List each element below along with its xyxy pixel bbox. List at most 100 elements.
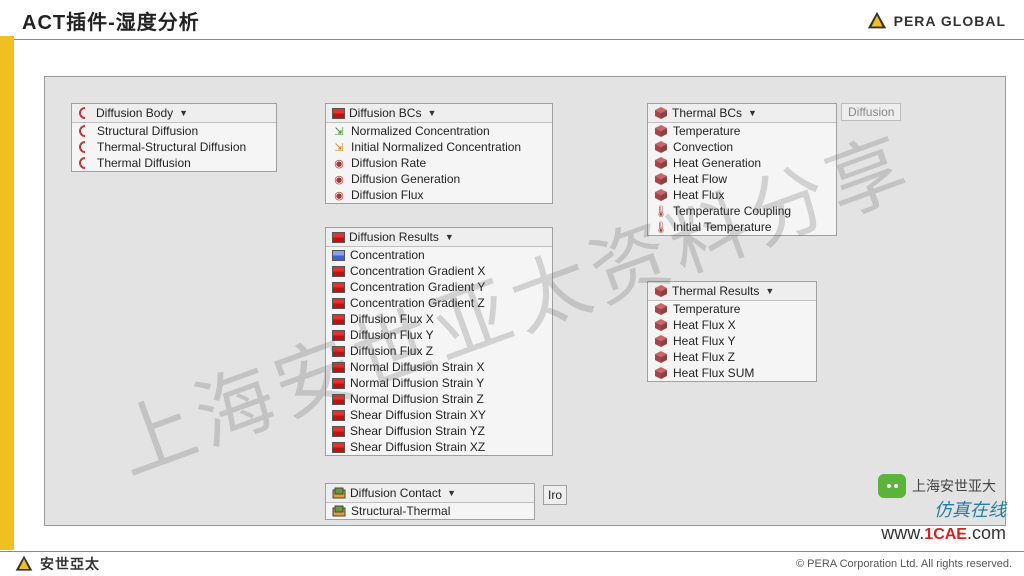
menu-item[interactable]: Thermal Diffusion [72, 155, 276, 171]
menu-item[interactable]: Convection [648, 139, 836, 155]
chevron-down-icon: ▼ [765, 286, 774, 296]
menu-head-thermal-results[interactable]: Thermal Results ▼ [648, 282, 816, 301]
contact-icon [332, 504, 346, 518]
menu-item[interactable]: Diffusion Flux X [326, 311, 552, 327]
menu-item[interactable]: Heat Flux SUM [648, 365, 816, 381]
menu-title: Thermal BCs [672, 106, 742, 120]
menu-thermal-bcs[interactable]: Thermal BCs ▼ Temperature Convection Hea… [647, 103, 837, 236]
diffusion-tag[interactable]: Diffusion [841, 103, 901, 121]
menu-title: Thermal Results [672, 284, 759, 298]
generation-icon: ◉ [332, 172, 346, 186]
menu-item[interactable]: Temperature [648, 301, 816, 317]
content-panel: Diffusion Body ▼ Structural Diffusion Th… [44, 76, 1006, 526]
cube-icon [654, 366, 668, 380]
pera-icon [14, 554, 34, 574]
menu-thermal-results[interactable]: Thermal Results ▼ Temperature Heat Flux … [647, 281, 817, 382]
initial-icon: ⇲ [332, 140, 346, 154]
menu-item[interactable]: ◉Diffusion Flux [326, 187, 552, 203]
menu-item[interactable]: Concentration [326, 247, 552, 263]
menu-item[interactable]: Heat Flux [648, 187, 836, 203]
menu-item[interactable]: Heat Flow [648, 171, 836, 187]
menu-head-thermal-bcs[interactable]: Thermal BCs ▼ [648, 104, 836, 123]
menu-item[interactable]: 🌡Initial Temperature [648, 219, 836, 235]
chevron-down-icon: ▼ [447, 488, 456, 498]
menu-item[interactable]: Temperature [648, 123, 836, 139]
cube-icon [654, 284, 668, 298]
menu-item[interactable]: Diffusion Flux Y [326, 327, 552, 343]
menu-item[interactable]: Concentration Gradient Y [326, 279, 552, 295]
truncated-toolbar-item[interactable]: Iro [543, 485, 567, 505]
menu-item[interactable]: ⇲Initial Normalized Concentration [326, 139, 552, 155]
contact-icon [332, 486, 346, 500]
menu-head-diffusion-body[interactable]: Diffusion Body ▼ [72, 104, 276, 123]
chevron-down-icon: ▼ [445, 232, 454, 242]
cube-icon [654, 140, 668, 154]
menu-item[interactable]: Normal Diffusion Strain Y [326, 375, 552, 391]
thermometer-icon: 🌡 [654, 204, 668, 218]
link-box: 仿真在线 www.1CAE.com [881, 499, 1006, 546]
menu-head-diffusion-results[interactable]: Diffusion Results ▼ [326, 228, 552, 247]
cube-icon [654, 302, 668, 316]
rate-icon: ◉ [332, 156, 346, 170]
website-link[interactable]: www.1CAE.com [881, 522, 1006, 546]
result-item-icon [332, 394, 345, 405]
result-item-icon [332, 250, 345, 261]
menu-title: Diffusion Contact [350, 486, 441, 500]
menu-item[interactable]: ⇲Normalized Concentration [326, 123, 552, 139]
menu-item[interactable]: Structural-Thermal [326, 503, 534, 519]
pera-icon [866, 10, 888, 32]
chevron-down-icon: ▼ [427, 108, 436, 118]
menu-item[interactable]: Diffusion Flux Z [326, 343, 552, 359]
cube-icon [654, 334, 668, 348]
menu-item[interactable]: Heat Flux Y [648, 333, 816, 349]
result-item-icon [332, 442, 345, 453]
result-item-icon [332, 410, 345, 421]
cube-icon [654, 318, 668, 332]
cube-icon [654, 124, 668, 138]
cube-icon [654, 350, 668, 364]
wechat-icon [878, 474, 906, 498]
result-item-icon [332, 330, 345, 341]
menu-item[interactable]: Thermal-Structural Diffusion [72, 139, 276, 155]
thermometer-icon: 🌡 [654, 220, 668, 234]
menu-item[interactable]: ◉Diffusion Rate [326, 155, 552, 171]
menu-item[interactable]: 🌡Temperature Coupling [648, 203, 836, 219]
cube-icon [654, 156, 668, 170]
menu-item[interactable]: ◉Diffusion Generation [326, 171, 552, 187]
concentration-icon: ⇲ [332, 124, 346, 138]
menu-head-diffusion-bcs[interactable]: Diffusion BCs ▼ [326, 104, 552, 123]
copyright-text: © PERA Corporation Ltd. All rights reser… [796, 558, 1012, 570]
result-item-icon [332, 282, 345, 293]
menu-item[interactable]: Heat Flux X [648, 317, 816, 333]
cn-tagline: 仿真在线 [881, 499, 1006, 522]
menu-item[interactable]: Normal Diffusion Strain Z [326, 391, 552, 407]
menu-item[interactable]: Heat Generation [648, 155, 836, 171]
results-icon [332, 232, 345, 243]
footer-brand: 安世亞太 [14, 554, 100, 574]
menu-head-diffusion-contact[interactable]: Diffusion Contact ▼ [326, 484, 534, 503]
menu-item[interactable]: Normal Diffusion Strain X [326, 359, 552, 375]
result-item-icon [332, 346, 345, 357]
result-item-icon [332, 378, 345, 389]
menu-item[interactable]: Concentration Gradient Z [326, 295, 552, 311]
menu-item[interactable]: Heat Flux Z [648, 349, 816, 365]
menu-item[interactable]: Concentration Gradient X [326, 263, 552, 279]
menu-diffusion-contact[interactable]: Diffusion Contact ▼ Structural-Thermal [325, 483, 535, 520]
left-accent-bar [0, 36, 14, 550]
menu-diffusion-bcs[interactable]: Diffusion BCs ▼ ⇲Normalized Concentratio… [325, 103, 553, 204]
cube-icon [654, 106, 668, 120]
body-icon [78, 156, 92, 170]
menu-item[interactable]: Shear Diffusion Strain YZ [326, 423, 552, 439]
menu-item[interactable]: Shear Diffusion Strain XY [326, 407, 552, 423]
menu-diffusion-results[interactable]: Diffusion Results ▼ Concentration Concen… [325, 227, 553, 456]
chevron-down-icon: ▼ [179, 108, 188, 118]
cube-icon [654, 188, 668, 202]
menu-item[interactable]: Structural Diffusion [72, 123, 276, 139]
result-item-icon [332, 298, 345, 309]
menu-item[interactable]: Shear Diffusion Strain XZ [326, 439, 552, 455]
menu-title: Diffusion Results [349, 230, 439, 244]
menu-diffusion-body[interactable]: Diffusion Body ▼ Structural Diffusion Th… [71, 103, 277, 172]
wechat-badge: 上海安世亚大 [878, 474, 996, 498]
footer-bar: 安世亞太 © PERA Corporation Ltd. All rights … [0, 551, 1024, 576]
bc-icon [332, 108, 345, 119]
